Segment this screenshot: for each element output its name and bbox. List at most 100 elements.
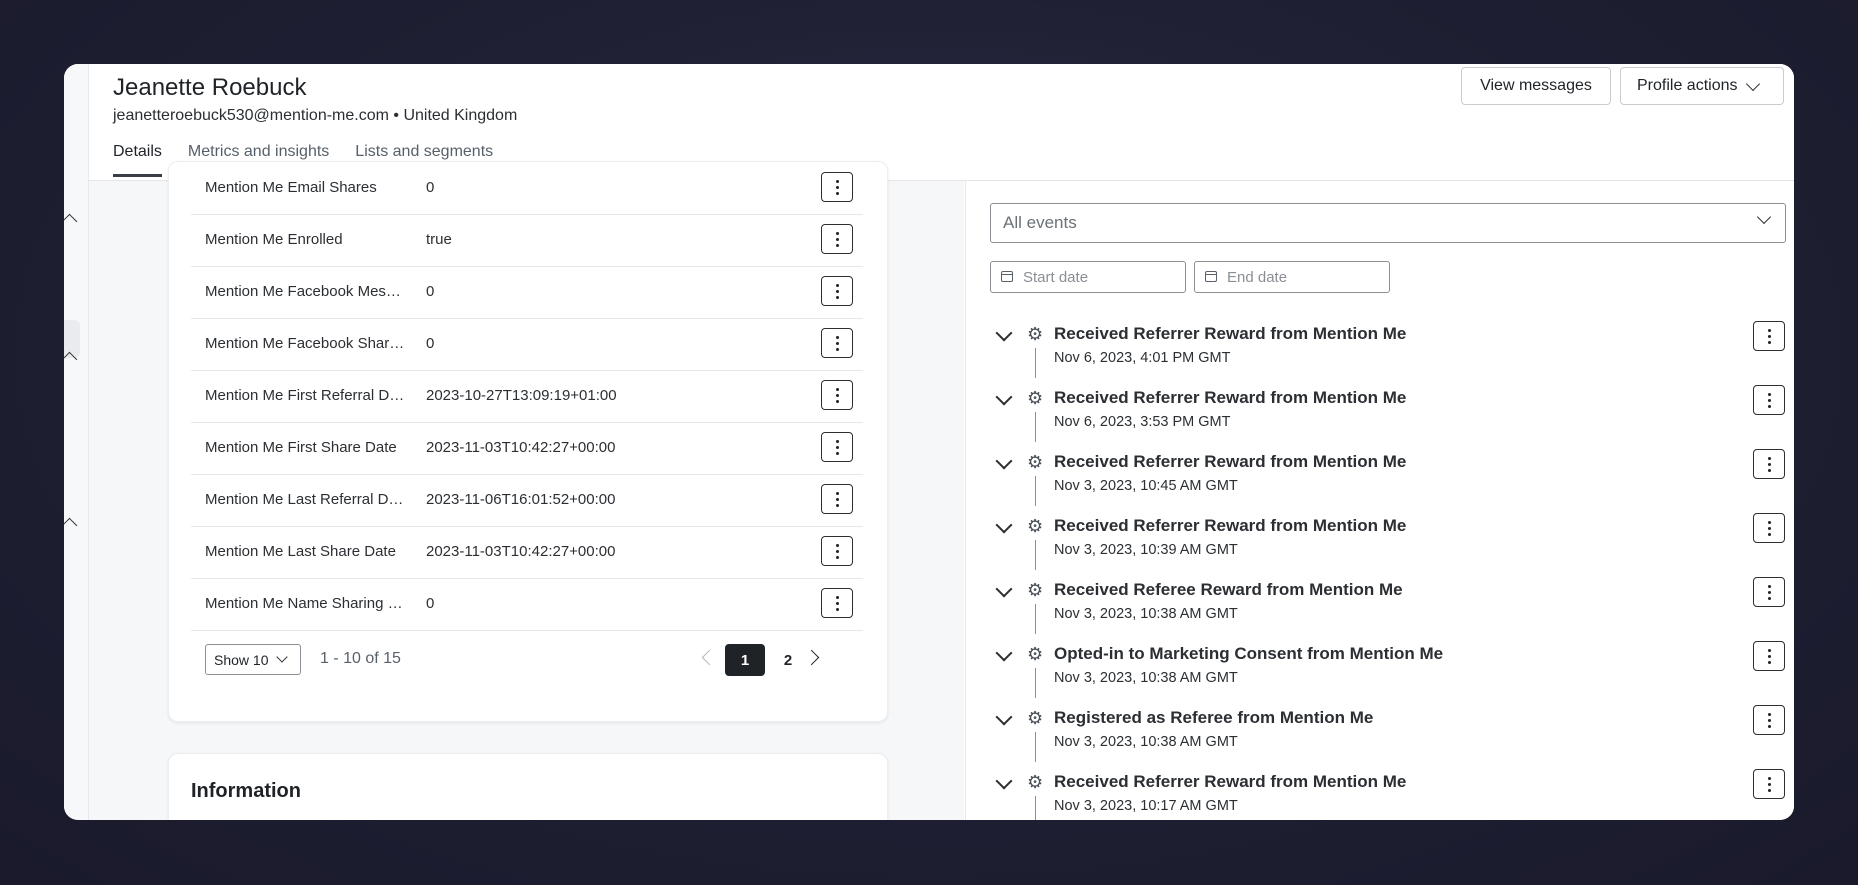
event-time: Nov 3, 2023, 10:39 AM GMT — [1054, 542, 1238, 558]
start-date-input[interactable]: Start date — [990, 261, 1186, 293]
gear-icon: ⚙ — [1027, 580, 1044, 600]
list-item: ⚙ Received Referrer Reward from Mention … — [990, 321, 1790, 385]
profile-actions-button[interactable]: Profile actions — [1620, 67, 1784, 105]
tab-details[interactable]: Details — [113, 143, 162, 177]
table-row: Mention Me Last Share Date 2023-11-03T10… — [191, 526, 863, 579]
list-item: ⚙ Received Referrer Reward from Mention … — [990, 385, 1790, 449]
chevron-down-icon — [1745, 76, 1760, 91]
information-title: Information — [191, 780, 301, 802]
property-key: Mention Me Enrolled — [205, 231, 343, 248]
more-vertical-icon[interactable] — [821, 328, 853, 358]
gear-icon: ⚙ — [1027, 708, 1044, 728]
end-date-input[interactable]: End date — [1194, 261, 1390, 293]
more-vertical-icon[interactable] — [1753, 641, 1785, 671]
page-2-button[interactable]: 2 — [768, 644, 808, 676]
timeline-line — [1035, 732, 1036, 762]
gear-icon: ⚙ — [1027, 324, 1044, 344]
view-messages-button[interactable]: View messages — [1461, 67, 1611, 105]
more-vertical-icon[interactable] — [821, 276, 853, 306]
chevron-down-icon[interactable] — [995, 452, 1013, 470]
property-key: Mention Me Facebook Shares — [205, 335, 405, 352]
property-value: 2023-10-27T13:09:19+01:00 — [426, 387, 617, 404]
event-title: Received Referrer Reward from Mention Me — [1054, 516, 1407, 535]
nav-chevron-icon[interactable] — [64, 517, 78, 534]
more-vertical-icon[interactable] — [1753, 769, 1785, 799]
more-vertical-icon[interactable] — [821, 588, 853, 618]
chevron-down-icon[interactable] — [995, 324, 1013, 342]
chevron-down-icon[interactable] — [995, 772, 1013, 790]
app-window: Jeanette Roebuck jeanetteroebuck530@ment… — [64, 64, 1794, 820]
gear-icon: ⚙ — [1027, 452, 1044, 472]
table-row: Mention Me First Share Date 2023-11-03T1… — [191, 422, 863, 475]
chevron-down-icon — [276, 651, 289, 663]
nav-chevron-icon[interactable] — [64, 213, 78, 230]
page-size-select[interactable]: Show 10 — [205, 644, 301, 675]
event-time: Nov 6, 2023, 3:53 PM GMT — [1054, 414, 1231, 430]
page-1-button[interactable]: 1 — [725, 644, 765, 676]
event-time: Nov 3, 2023, 10:38 AM GMT — [1054, 670, 1238, 686]
pagination-range: 1 - 10 of 15 — [320, 650, 401, 667]
pagination: Show 10 1 - 10 of 15 1 2 — [169, 640, 887, 680]
property-value: 2023-11-03T10:42:27+00:00 — [426, 543, 616, 560]
list-item: ⚙ Received Referrer Reward from Mention … — [990, 769, 1790, 820]
property-value: 0 — [426, 335, 435, 352]
chevron-down-icon — [1756, 209, 1772, 225]
timeline-line — [1035, 668, 1036, 698]
left-nav-rail — [64, 64, 89, 820]
end-date-placeholder: End date — [1227, 268, 1288, 286]
event-title: Received Referee Reward from Mention Me — [1054, 580, 1403, 599]
previous-page-icon[interactable] — [701, 649, 718, 666]
more-vertical-icon[interactable] — [1753, 705, 1785, 735]
more-vertical-icon[interactable] — [821, 484, 853, 514]
activity-pane: All events Start date End date ⚙ Receive… — [965, 181, 1794, 820]
event-title: Received Referrer Reward from Mention Me — [1054, 772, 1407, 791]
event-title: Received Referrer Reward from Mention Me — [1054, 452, 1407, 471]
timeline-line — [1035, 604, 1036, 634]
property-key: Mention Me Facebook Mess... — [205, 283, 405, 300]
event-type-label: All events — [1003, 213, 1077, 232]
chevron-down-icon[interactable] — [995, 388, 1013, 406]
table-row: Mention Me Facebook Mess... 0 — [191, 266, 863, 319]
chevron-down-icon[interactable] — [995, 708, 1013, 726]
more-vertical-icon[interactable] — [821, 432, 853, 462]
event-title: Registered as Referee from Mention Me — [1054, 708, 1374, 727]
information-card: Information — [168, 753, 888, 820]
more-vertical-icon[interactable] — [821, 172, 853, 202]
event-type-select[interactable]: All events — [990, 203, 1786, 243]
property-key: Mention Me Last Referral Date — [205, 491, 405, 508]
chevron-down-icon[interactable] — [995, 516, 1013, 534]
more-vertical-icon[interactable] — [1753, 449, 1785, 479]
chevron-down-icon[interactable] — [995, 644, 1013, 662]
gear-icon: ⚙ — [1027, 644, 1044, 664]
event-time: Nov 3, 2023, 10:17 AM GMT — [1054, 798, 1238, 814]
event-time: Nov 3, 2023, 10:38 AM GMT — [1054, 606, 1238, 622]
timeline-line — [1035, 476, 1036, 506]
chevron-down-icon[interactable] — [995, 580, 1013, 598]
property-value: 0 — [426, 179, 435, 196]
property-value: 2023-11-03T10:42:27+00:00 — [426, 439, 616, 456]
profile-actions-label: Profile actions — [1637, 77, 1738, 94]
more-vertical-icon[interactable] — [1753, 385, 1785, 415]
table-row: Mention Me Email Shares 0 — [191, 162, 863, 215]
more-vertical-icon[interactable] — [1753, 513, 1785, 543]
nav-selected-item[interactable] — [64, 320, 80, 358]
property-value: 0 — [426, 283, 435, 300]
property-value: true — [426, 231, 452, 248]
event-title: Opted-in to Marketing Consent from Menti… — [1054, 644, 1444, 663]
table-row: Mention Me Name Sharing S... 0 — [191, 578, 863, 631]
table-row: Mention Me First Referral Date 2023-10-2… — [191, 370, 863, 423]
more-vertical-icon[interactable] — [1753, 577, 1785, 607]
event-title: Received Referrer Reward from Mention Me — [1054, 388, 1407, 407]
more-vertical-icon[interactable] — [821, 536, 853, 566]
timeline-line — [1035, 796, 1036, 820]
gear-icon: ⚙ — [1027, 772, 1044, 792]
more-vertical-icon[interactable] — [821, 224, 853, 254]
more-vertical-icon[interactable] — [821, 380, 853, 410]
property-value: 0 — [426, 595, 435, 612]
list-item: ⚙ Opted-in to Marketing Consent from Men… — [990, 641, 1790, 705]
list-item: ⚙ Received Referrer Reward from Mention … — [990, 449, 1790, 513]
property-value: 2023-11-06T16:01:52+00:00 — [426, 491, 616, 508]
more-vertical-icon[interactable] — [1753, 321, 1785, 351]
details-pane: Mention Me Email Shares 0 Mention Me Enr… — [89, 161, 964, 820]
calendar-icon — [1205, 271, 1217, 282]
